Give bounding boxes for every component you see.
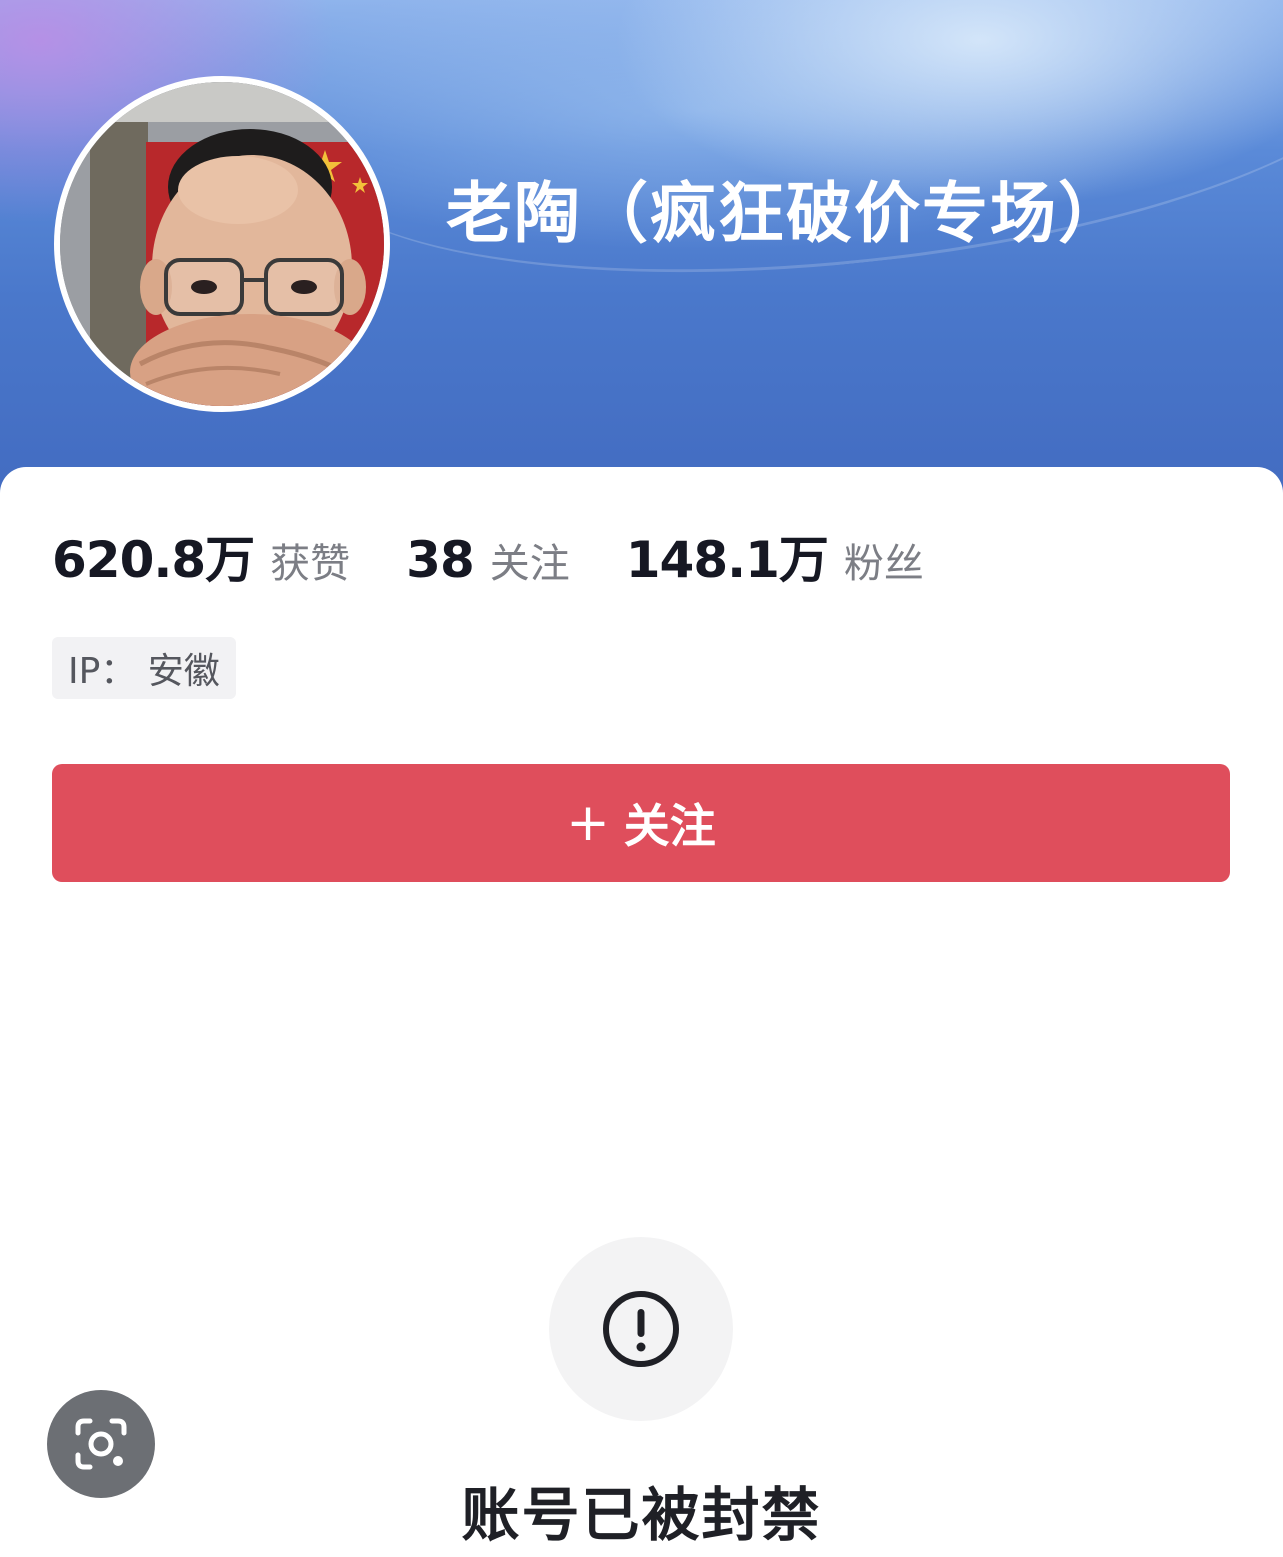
banned-status-badge — [549, 1237, 733, 1421]
exclamation-circle-icon — [603, 1291, 679, 1367]
banner-decoration — [286, 0, 1283, 320]
stat-likes-value: 620.8万 — [52, 531, 255, 589]
stat-following-value: 38 — [406, 531, 475, 589]
lens-search-button[interactable] — [47, 1390, 155, 1498]
account-banned-message: 账号已被封禁 — [461, 1481, 822, 1549]
display-name: 老陶（疯狂破价专场） — [446, 175, 1126, 252]
stat-followers[interactable]: 148.1万 粉丝 — [626, 520, 924, 592]
lens-camera-icon — [75, 1418, 127, 1470]
avatar[interactable] — [54, 76, 390, 412]
follow-button-label: 关注 — [623, 799, 716, 853]
stat-following-label: 关注 — [489, 541, 570, 587]
avatar-photo — [60, 82, 384, 406]
profile-stats: 620.8万 获赞 38 关注 148.1万 粉丝 — [52, 520, 980, 590]
stat-likes: 620.8万 获赞 — [52, 520, 350, 592]
plus-icon: + — [566, 793, 610, 853]
profile-header-banner: 老陶（疯狂破价专场） — [0, 0, 1283, 540]
stat-followers-label: 粉丝 — [843, 541, 924, 587]
ip-location-tag: IP： 安徽 — [52, 637, 236, 699]
follow-button[interactable]: + 关注 — [52, 764, 1230, 882]
stat-likes-label: 获赞 — [270, 541, 351, 587]
stat-followers-value: 148.1万 — [625, 531, 829, 589]
stat-following[interactable]: 38 关注 — [406, 531, 570, 589]
